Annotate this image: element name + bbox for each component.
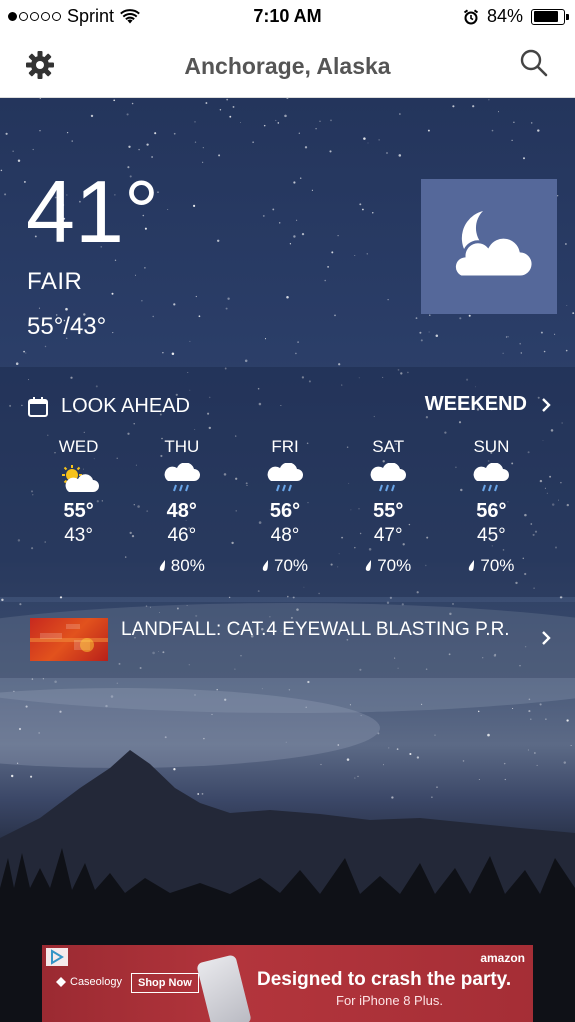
day-high: 48° xyxy=(166,500,197,522)
chevron-right-icon xyxy=(542,631,551,645)
status-right: 84% xyxy=(463,6,569,27)
current-temperature: 41° xyxy=(26,162,160,261)
ad-brand-name: Caseology xyxy=(70,976,122,988)
rain-cloud-icon xyxy=(370,463,407,492)
location-title[interactable]: Anchorage, Alaska xyxy=(0,53,575,80)
day-low: 47° xyxy=(373,525,403,546)
weekend-link[interactable]: WEEKEND xyxy=(425,393,551,416)
ad-headline: Designed to crash the party. xyxy=(257,969,512,990)
diamond-icon xyxy=(56,977,66,987)
rain-cloud-icon xyxy=(164,463,200,492)
precip-chance: 70% xyxy=(377,556,412,575)
rain-cloud-icon xyxy=(267,463,303,492)
app-header: Anchorage, Alaska xyxy=(0,32,575,98)
chevron-right-icon xyxy=(542,397,551,412)
day-high: 56° xyxy=(269,500,301,522)
day-name: WED xyxy=(58,437,99,456)
day-name: FRI xyxy=(271,437,299,456)
day-precip: 70% xyxy=(233,555,336,577)
news-thumbnail xyxy=(30,618,108,661)
raindrop-icon xyxy=(365,560,372,571)
precip-chance: 80% xyxy=(170,556,205,575)
day-low: 43° xyxy=(64,525,93,546)
status-bar: Sprint 7:10 AM 84% xyxy=(0,0,575,32)
calendar-icon xyxy=(28,396,48,417)
ad-choices-icon[interactable] xyxy=(46,948,68,966)
precip-chance: 70% xyxy=(273,556,309,575)
forecast-day[interactable]: SAT 55° 47° 70% xyxy=(337,437,440,577)
day-name: SUN xyxy=(473,437,510,456)
search-icon[interactable] xyxy=(519,48,549,78)
current-condition: FAIR xyxy=(27,268,83,295)
ad-banner[interactable]: Caseology Shop Now amazon Designed to cr… xyxy=(42,945,533,1022)
forecast-day[interactable]: SUN 56° 45° 70% xyxy=(440,437,543,577)
day-high: 55° xyxy=(63,500,94,522)
forecast-day[interactable]: WED 55° 43° xyxy=(27,437,130,577)
day-precip xyxy=(27,555,130,577)
sun-cloud-icon xyxy=(61,465,99,492)
day-low: 45° xyxy=(477,525,506,546)
raindrop-icon xyxy=(262,560,268,571)
battery-percent: 84% xyxy=(486,6,523,26)
alarm-icon xyxy=(463,8,479,24)
precip-chance: 70% xyxy=(480,556,515,575)
day-low: 48° xyxy=(270,525,300,546)
forecast-day[interactable]: FRI 56° 48° 70% xyxy=(233,437,336,577)
raindrop-icon xyxy=(159,560,165,571)
day-precip: 80% xyxy=(130,555,233,577)
battery-icon xyxy=(531,8,569,25)
current-hi-lo: 55°/43° xyxy=(27,313,107,340)
day-low: 46° xyxy=(167,525,197,546)
day-precip: 70% xyxy=(440,555,543,577)
look-ahead-header: LOOK AHEAD xyxy=(27,395,190,418)
battery-fill xyxy=(533,11,558,22)
forecast-days: WED 55° 43° THU 48° 46° 80% FRI 56° 48° … xyxy=(27,437,543,577)
ad-sponsor: amazon xyxy=(480,951,525,965)
look-ahead-panel: LOOK AHEAD WEEKEND WED 55° 43° THU 48° 4… xyxy=(0,367,575,597)
moon-cloud-icon xyxy=(452,210,535,279)
news-item[interactable]: LANDFALL: CAT.4 EYEWALL BLASTING P.R. xyxy=(0,602,575,678)
forecast-day[interactable]: THU 48° 46° 80% xyxy=(130,437,233,577)
news-headline: LANDFALL: CAT.4 EYEWALL BLASTING P.R. xyxy=(121,619,510,640)
current-condition-icon-box[interactable] xyxy=(421,179,557,314)
day-precip: 70% xyxy=(337,555,440,577)
day-name: SAT xyxy=(372,437,405,456)
raindrop-icon xyxy=(469,560,475,571)
ad-subline: For iPhone 8 Plus. xyxy=(336,993,443,1008)
ad-brand: Caseology xyxy=(56,976,122,988)
day-high: 55° xyxy=(373,500,404,522)
day-high: 56° xyxy=(476,500,507,522)
weekend-label: WEEKEND xyxy=(424,393,527,415)
shop-now-button[interactable]: Shop Now xyxy=(131,973,199,993)
rain-cloud-icon xyxy=(474,463,510,492)
phone-case-image xyxy=(196,954,252,1022)
day-name: THU xyxy=(164,437,200,456)
look-ahead-label: LOOK AHEAD xyxy=(61,395,190,417)
